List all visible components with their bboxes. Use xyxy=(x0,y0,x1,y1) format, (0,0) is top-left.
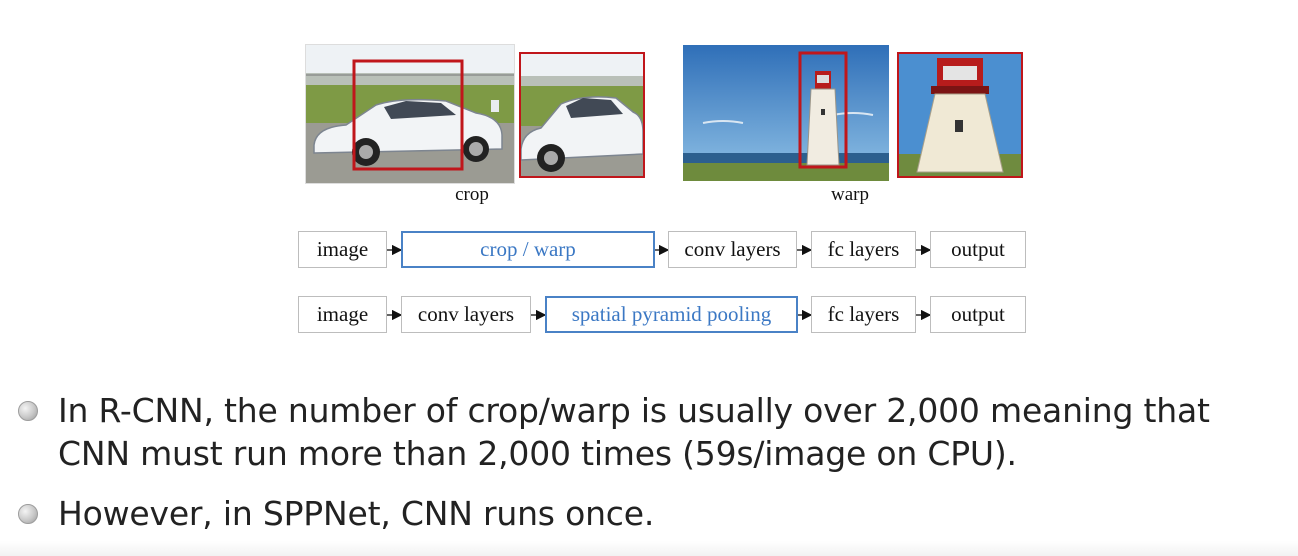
spp-step-image: image xyxy=(298,296,387,333)
rcnn-step-output: output xyxy=(930,231,1026,268)
bullet-icon xyxy=(18,401,38,421)
bullet-icon xyxy=(18,504,38,524)
car-image-cropped xyxy=(519,52,645,178)
spp-step-spatial-pyramid-pooling: spatial pyramid pooling xyxy=(545,296,798,333)
spp-step-fc-layers: fc layers xyxy=(811,296,916,333)
spp-step-output: output xyxy=(930,296,1026,333)
bullet-1-line-1: In R-CNN, the number of crop/warp is usu… xyxy=(58,391,1210,430)
rcnn-step-fc-layers: fc layers xyxy=(811,231,916,268)
rcnn-step-conv-layers: conv layers xyxy=(668,231,797,268)
rcnn-step-crop-warp: crop / warp xyxy=(401,231,655,268)
footer-band xyxy=(0,541,1298,556)
spp-step-conv-layers: conv layers xyxy=(401,296,531,333)
bullet-2-line-1: However, in SPPNet, CNN runs once. xyxy=(58,494,655,533)
crop-caption: crop xyxy=(455,184,489,205)
car-image-original xyxy=(305,44,515,184)
rcnn-step-image: image xyxy=(298,231,387,268)
lighthouse-image-warped xyxy=(897,52,1023,178)
warp-caption: warp xyxy=(831,184,869,205)
lighthouse-image-original xyxy=(683,45,889,181)
bullet-1-line-2: CNN must run more than 2,000 times (59s/… xyxy=(58,434,1017,473)
